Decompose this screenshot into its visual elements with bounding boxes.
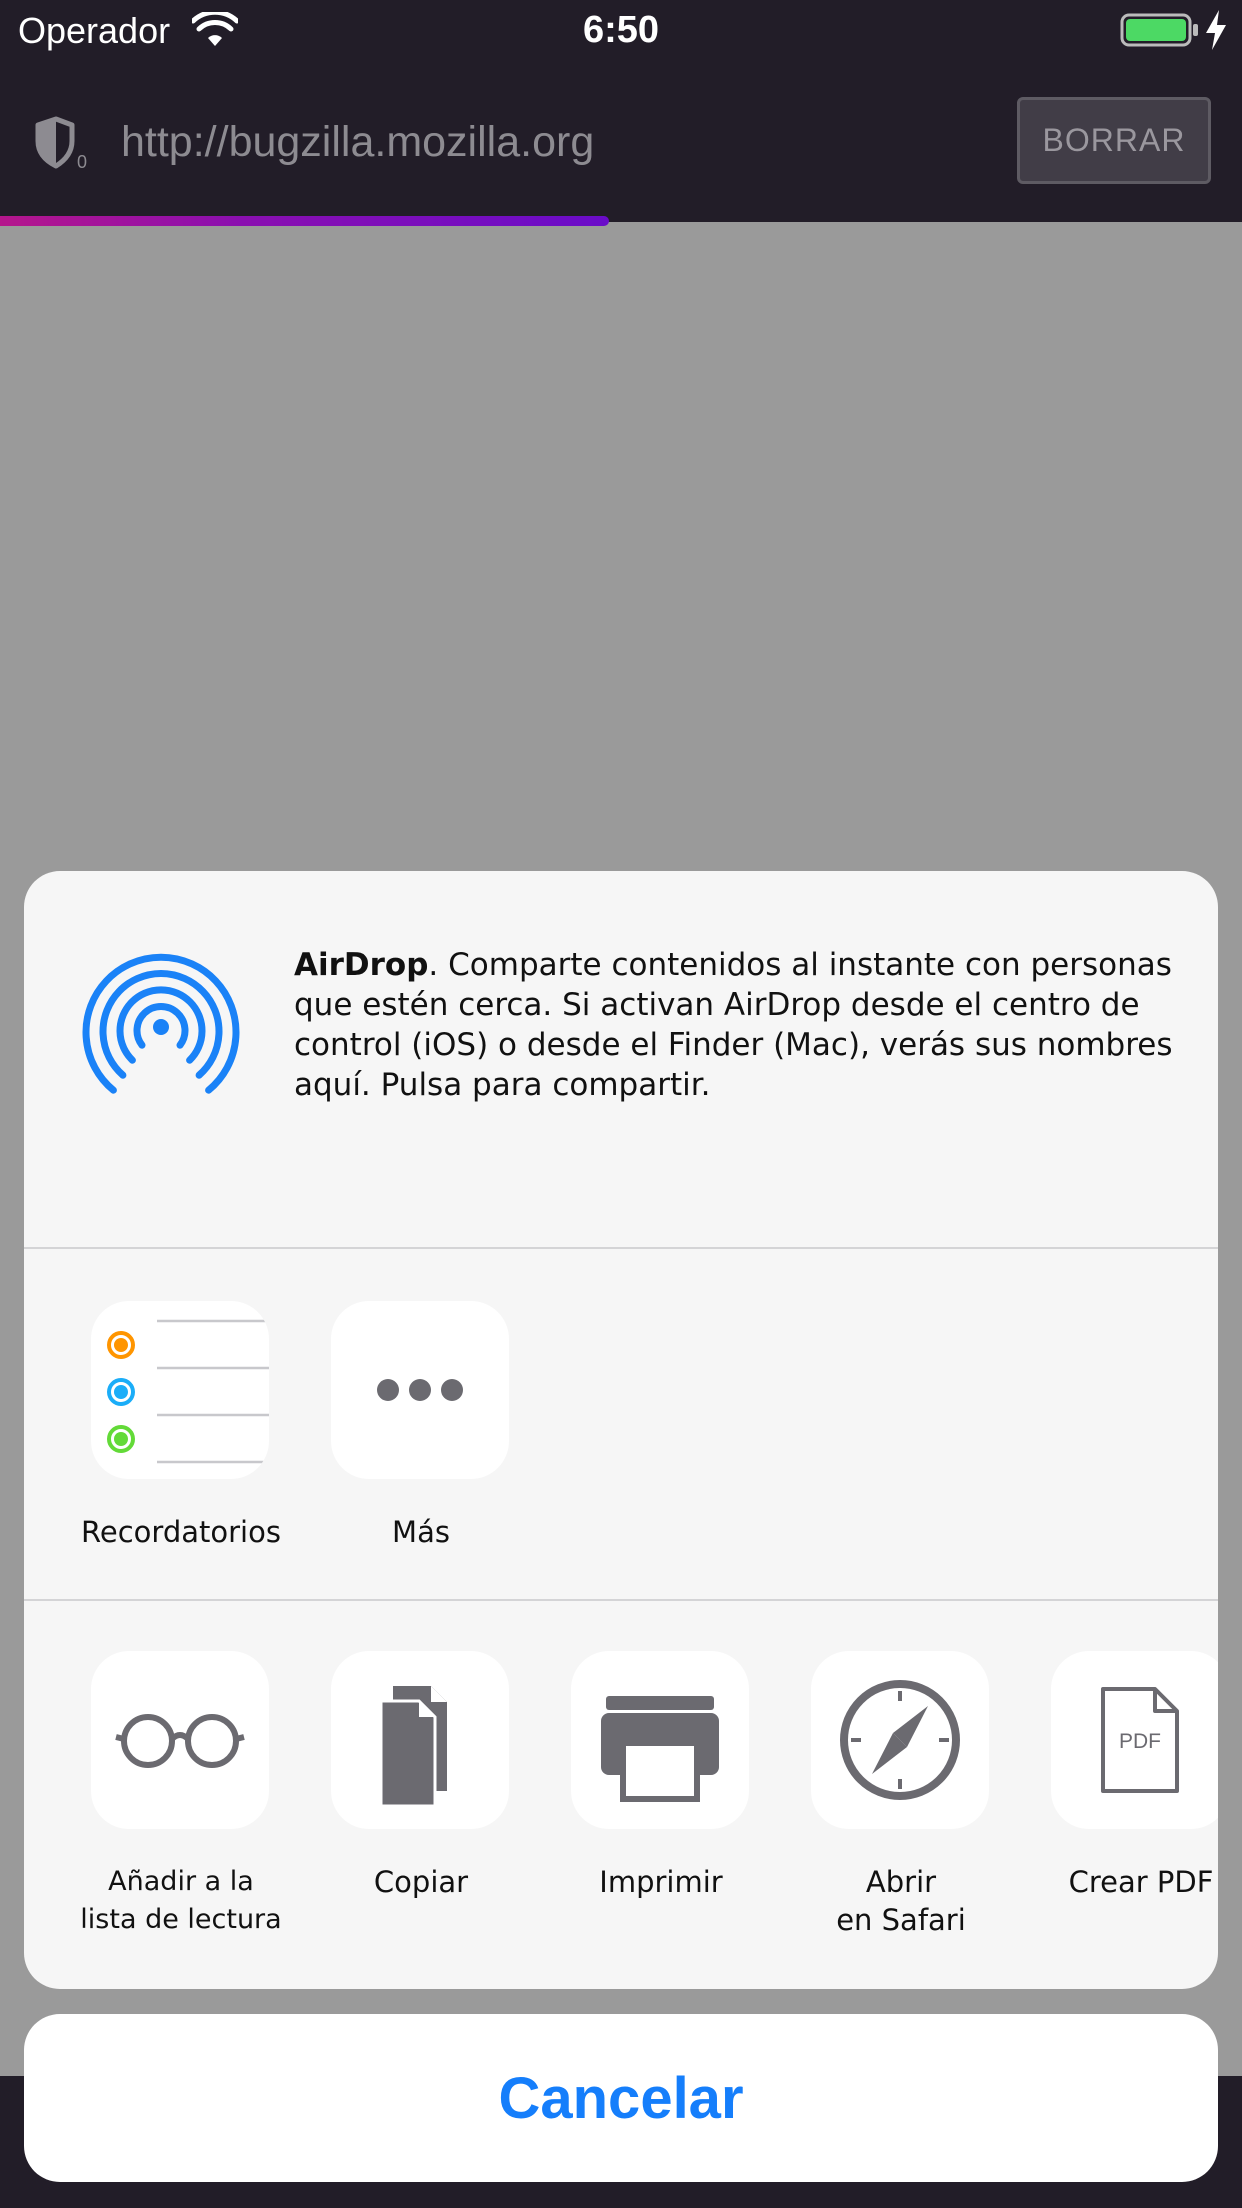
pdf-icon-text: PDF [1119,1730,1161,1753]
page-load-progress [0,216,609,226]
action-label: Imprimir [599,1865,723,1899]
share-sheet: AirDrop. Comparte contenidos al instante… [24,871,1218,1989]
share-actions-row: Añadir a la lista de lectura Copiar Impr… [24,1601,1218,1989]
pdf-icon: PDF [1051,1651,1218,1829]
action-label: Copiar [373,1865,469,1899]
airdrop-section[interactable]: AirDrop. Comparte contenidos al instante… [24,871,1218,1247]
copy-icon [331,1651,509,1829]
charging-bolt-icon [1206,10,1226,50]
tracker-shield-icon[interactable]: 0 [34,115,88,171]
airdrop-title: AirDrop [294,947,429,983]
action-label: Crear PDF [1068,1865,1214,1899]
airdrop-icon [82,953,240,1094]
cancel-button[interactable]: Cancelar [24,2014,1218,2182]
more-icon [331,1301,509,1479]
share-apps-row: Recordatorios Más [24,1249,1218,1599]
share-app-label: Recordatorios [81,1515,281,1549]
action-label: Añadir a la lista de lectura [80,1866,282,1935]
status-bar: Operador 6:50 [0,0,1242,62]
erase-button[interactable]: BORRAR [1017,97,1211,184]
share-app-label: Más [392,1515,450,1549]
airdrop-description: AirDrop. Comparte contenidos al instante… [294,945,1194,1105]
compass-icon [811,1651,989,1829]
glasses-icon [91,1651,269,1829]
reminders-icon [91,1301,269,1479]
browser-toolbar: Operador 6:50 0 http://bugzilla.mozilla.… [0,0,1242,226]
action-label: Abrir en Safari [836,1865,966,1937]
tracker-count: 0 [77,152,87,171]
url-field[interactable]: http://bugzilla.mozilla.org [121,116,594,168]
status-time: 6:50 [582,9,660,51]
printer-icon [571,1651,749,1829]
battery-icon [1120,13,1198,47]
